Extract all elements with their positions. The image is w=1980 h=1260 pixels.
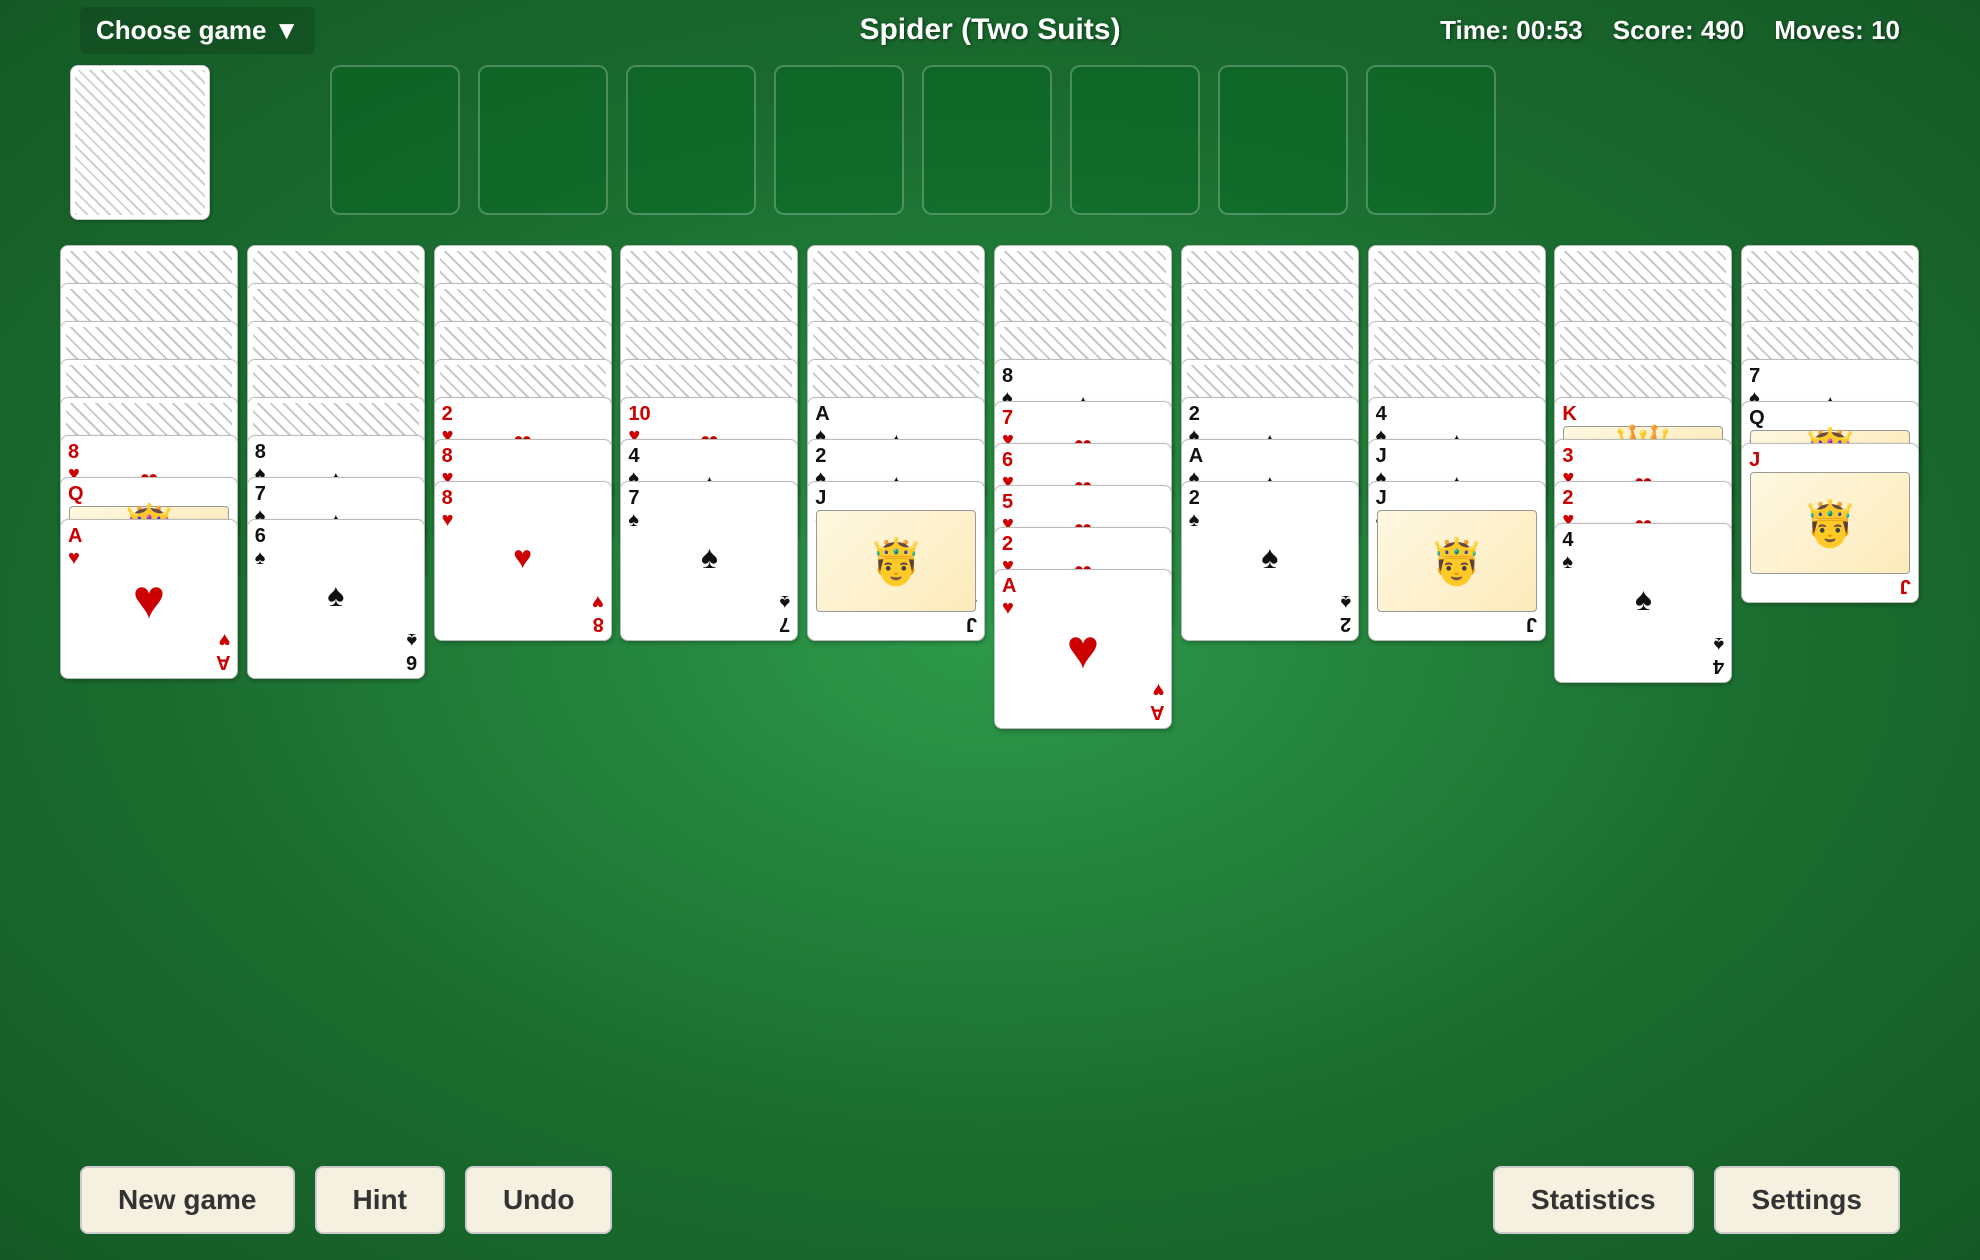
- card-face-6♠[interactable]: 6♠6♠♠: [247, 519, 425, 679]
- foundation-8: [1366, 65, 1496, 215]
- foundation-area: [330, 65, 1910, 215]
- card-face-8♥[interactable]: 8♥8♥♥: [434, 481, 612, 641]
- moves-display: Moves: 10: [1774, 15, 1900, 46]
- foundation-2: [478, 65, 608, 215]
- column-7[interactable]: 4♠4♠♠J♠J♠♠J♠J♠🤴: [1368, 245, 1547, 1130]
- bottom-right-buttons: Statistics Settings: [1493, 1166, 1900, 1234]
- foundation-7: [1218, 65, 1348, 215]
- column-0[interactable]: 8♥8♥♥Q♥Q♥👸A♥A♥♥: [60, 245, 239, 1130]
- foundation-5: [922, 65, 1052, 215]
- card-face-J♠[interactable]: J♠J♠🤴: [807, 481, 985, 641]
- card-face-A♥[interactable]: A♥A♥♥: [994, 569, 1172, 729]
- card-face-J♥[interactable]: J♥J♥🤴: [1741, 443, 1919, 603]
- column-1[interactable]: 8♠8♠♠7♠7♠♠6♠6♠♠: [247, 245, 426, 1130]
- column-9[interactable]: 7♠7♠♠Q♠Q♠👸J♥J♥🤴: [1741, 245, 1920, 1130]
- statistics-button[interactable]: Statistics: [1493, 1166, 1694, 1234]
- header: Choose game ▼ Spider (Two Suits) Time: 0…: [0, 0, 1980, 60]
- foundation-4: [774, 65, 904, 215]
- new-game-button[interactable]: New game: [80, 1166, 295, 1234]
- foundation-3: [626, 65, 756, 215]
- card-face-4♠[interactable]: 4♠4♠♠: [1554, 523, 1732, 683]
- time-display: Time: 00:53: [1440, 15, 1583, 46]
- column-8[interactable]: K♥K♥👑3♥3♥♥2♥2♥♥4♠4♠♠: [1554, 245, 1733, 1130]
- hint-button[interactable]: Hint: [315, 1166, 445, 1234]
- score-display: Score: 490: [1613, 15, 1745, 46]
- game-stats: Time: 00:53 Score: 490 Moves: 10: [1440, 15, 1900, 46]
- foundation-6: [1070, 65, 1200, 215]
- card-face-A♥[interactable]: A♥A♥♥: [60, 519, 238, 679]
- card-face-7♠[interactable]: 7♠7♠♠: [620, 481, 798, 641]
- card-face-J♠[interactable]: J♠J♠🤴: [1368, 481, 1546, 641]
- column-5[interactable]: 8♠8♠♠7♥7♥♥6♥6♥♥5♥5♥♥2♥2♥♥A♥A♥♥: [994, 245, 1173, 1130]
- settings-button[interactable]: Settings: [1714, 1166, 1900, 1234]
- bottom-bar: New game Hint Undo Statistics Settings: [0, 1140, 1980, 1260]
- column-3[interactable]: 10♥10♥♥4♠4♠♠7♠7♠♠: [620, 245, 799, 1130]
- card-face-2♠[interactable]: 2♠2♠♠: [1181, 481, 1359, 641]
- column-6[interactable]: 2♠2♠♠A♠A♠♠2♠2♠♠: [1181, 245, 1360, 1130]
- stock-pile[interactable]: [70, 65, 210, 220]
- column-2[interactable]: 2♥2♥♥8♥8♥♥♥♥♥♥♥♥♥8♥8♥♥: [434, 245, 613, 1130]
- columns-area: 8♥8♥♥Q♥Q♥👸A♥A♥♥8♠8♠♠7♠7♠♠6♠6♠♠2♥2♥♥8♥8♥♥…: [60, 245, 1920, 1130]
- foundation-1: [330, 65, 460, 215]
- column-4[interactable]: A♠A♠♠2♠2♠♠J♠J♠🤴: [807, 245, 986, 1130]
- choose-game-button[interactable]: Choose game ▼: [80, 7, 315, 54]
- game-title: Spider (Two Suits): [859, 13, 1120, 47]
- undo-button[interactable]: Undo: [465, 1166, 613, 1234]
